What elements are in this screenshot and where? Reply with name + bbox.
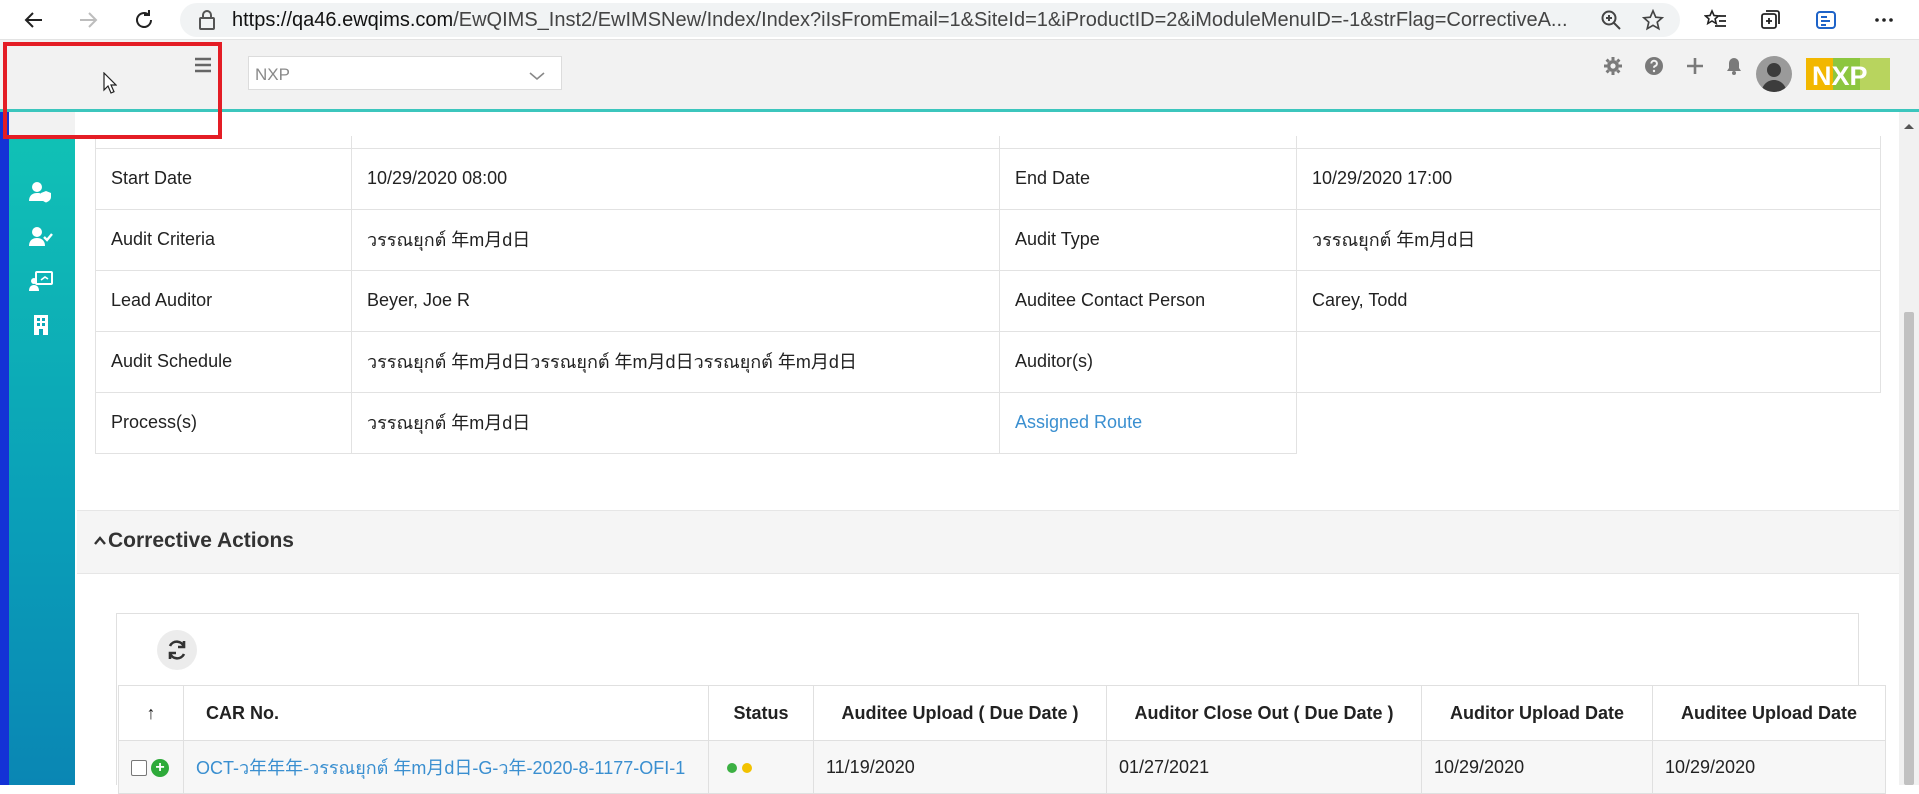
auditor-closeout-due-cell: 01/27/2021: [1106, 740, 1422, 794]
row-controls-cell: +: [118, 740, 184, 794]
expand-row-icon[interactable]: +: [151, 758, 169, 777]
audit-type-value: วรรณยุกต์ 年m月d日: [1296, 208, 1881, 271]
collections-icon[interactable]: [1754, 4, 1786, 36]
url-host: https://qa46.ewqims.com: [232, 8, 454, 31]
audit-type-label: Audit Type: [999, 208, 1297, 271]
left-sidebar: [9, 112, 75, 785]
sort-column-header[interactable]: ↑: [118, 685, 184, 741]
user-shield-icon[interactable]: [26, 177, 56, 207]
address-bar[interactable]: https://qa46.ewqims.com/EwQIMS_Inst2/EwI…: [180, 3, 1680, 37]
end-date-value: 10/29/2020 17:00: [1296, 147, 1881, 210]
status-dot-green: [727, 762, 737, 773]
info-row-dates: Start Date 10/29/2020 08:00 End Date 10/…: [95, 147, 1881, 210]
car-no-column-header[interactable]: CAR No.: [183, 685, 709, 741]
auditee-upload-due-column-header[interactable]: Auditee Upload ( Due Date ): [813, 685, 1107, 741]
mouse-cursor-icon: [103, 71, 118, 99]
status-column-header[interactable]: Status: [708, 685, 814, 741]
back-icon[interactable]: [18, 4, 50, 36]
reload-icon[interactable]: [128, 4, 160, 36]
assigned-route-link[interactable]: Assigned Route: [1015, 412, 1142, 432]
row-checkbox[interactable]: [131, 759, 147, 776]
info-row-people: Lead Auditor Beyer, Joe R Auditee Contac…: [95, 269, 1881, 332]
status-cell: [708, 740, 814, 794]
corrective-actions-section-header[interactable]: Corrective Actions: [77, 510, 1899, 574]
audit-schedule-label: Audit Schedule: [95, 330, 352, 393]
auditors-value: [1296, 330, 1881, 393]
user-check-icon[interactable]: [26, 222, 56, 252]
auditee-contact-label: Auditee Contact Person: [999, 269, 1297, 332]
info-row-schedule: Audit Schedule วรรณยุกต์ 年m月d日วรรณยุกต์ …: [95, 330, 1881, 393]
car-no-link[interactable]: OCT-ว年年年-วรรณยุกต์ 年m月d日-G-ว年-2020-8-117…: [196, 758, 685, 778]
audit-schedule-value: วรรณยุกต์ 年m月d日วรรณยุกต์ 年m月d日วรรณยุกต์ …: [351, 330, 1000, 393]
favorites-list-icon[interactable]: [1700, 4, 1732, 36]
auditee-upload-due-cell: 11/19/2020: [813, 740, 1107, 794]
assigned-route-cell: Assigned Route: [999, 391, 1297, 454]
info-row-process: Process(s) วรรณยุกต์ 年m月d日 Assigned Rout…: [95, 391, 1881, 454]
lead-auditor-value: Beyer, Joe R: [351, 269, 1000, 332]
process-label: Process(s): [95, 391, 352, 454]
start-date-value: 10/29/2020 08:00: [351, 147, 1000, 210]
nxp-logo: NXP: [1806, 56, 1892, 97]
lead-auditor-label: Lead Auditor: [95, 269, 352, 332]
auditee-upload-date-column-header[interactable]: Auditee Upload Date: [1652, 685, 1886, 741]
chevron-up-icon: [94, 536, 106, 546]
site-select[interactable]: NXP: [248, 56, 562, 90]
auditor-upload-date-column-header[interactable]: Auditor Upload Date: [1421, 685, 1653, 741]
building-icon[interactable]: [26, 310, 56, 340]
hamburger-menu-icon[interactable]: [194, 56, 212, 79]
audit-criteria-label: Audit Criteria: [95, 208, 352, 271]
audit-criteria-value: วรรณยุกต์ 年m月d日: [351, 208, 1000, 271]
auditor-upload-date-cell: 10/29/2020: [1421, 740, 1653, 794]
scroll-up-arrow-icon[interactable]: [1903, 117, 1915, 135]
more-menu-icon[interactable]: [1868, 4, 1900, 36]
extension-icon[interactable]: [1810, 4, 1842, 36]
start-date-label: Start Date: [95, 147, 352, 210]
favorite-star-icon[interactable]: [1641, 8, 1665, 37]
section-title-row: Corrective Actions: [94, 529, 294, 553]
info-row-criteria: Audit Criteria วรรณยุกต์ 年m月d日 Audit Typ…: [95, 208, 1881, 271]
bell-icon[interactable]: [1724, 56, 1744, 81]
scrollbar-thumb[interactable]: [1904, 312, 1914, 785]
presentation-icon[interactable]: [26, 266, 56, 296]
zoom-icon[interactable]: [1600, 9, 1622, 37]
table-row: + OCT-ว年年年-วรรณยุกต์ 年m月d日-G-ว年-2020-8-1…: [118, 740, 1886, 794]
browser-toolbar: https://qa46.ewqims.com/EwQIMS_Inst2/EwI…: [0, 0, 1919, 40]
user-avatar[interactable]: [1756, 56, 1792, 92]
chevron-down-icon: [529, 67, 545, 87]
empty-cell: [1297, 392, 1881, 453]
auditee-upload-date-cell: 10/29/2020: [1652, 740, 1886, 794]
section-title: Corrective Actions: [108, 529, 294, 552]
info-row-top-partial: [95, 136, 1881, 149]
plus-icon[interactable]: [1685, 56, 1705, 81]
process-value: วรรณยุกต์ 年m月d日: [351, 391, 1000, 454]
site-select-value: NXP: [255, 65, 290, 84]
nxp-logo-text: NXP: [1812, 61, 1868, 91]
auditee-contact-value: Carey, Todd: [1296, 269, 1881, 332]
app-header: NXP NXP: [0, 40, 1919, 112]
lock-icon: [198, 10, 216, 36]
auditors-label: Auditor(s): [999, 330, 1297, 393]
auditor-closeout-due-column-header[interactable]: Auditor Close Out ( Due Date ): [1106, 685, 1422, 741]
refresh-icon: [168, 640, 186, 660]
refresh-button[interactable]: [157, 630, 197, 670]
sidebar-edge: [0, 112, 9, 785]
car-table-header: ↑ CAR No. Status Auditee Upload ( Due Da…: [118, 685, 1886, 741]
forward-icon[interactable]: [72, 4, 104, 36]
status-dot-yellow: [742, 762, 753, 773]
sidebar-top-strip: [9, 112, 75, 137]
audit-info-table: Start Date 10/29/2020 08:00 End Date 10/…: [95, 136, 1881, 454]
car-table: ↑ CAR No. Status Auditee Upload ( Due Da…: [118, 685, 1886, 794]
car-no-cell: OCT-ว年年年-วรรณยุกต์ 年m月d日-G-ว年-2020-8-117…: [183, 740, 709, 794]
url-path: /EwQIMS_Inst2/EwIMSNew/Index/Index?iIsFr…: [453, 8, 1568, 31]
end-date-label: End Date: [999, 147, 1297, 210]
gear-icon[interactable]: [1603, 56, 1623, 81]
help-icon[interactable]: [1644, 56, 1664, 81]
